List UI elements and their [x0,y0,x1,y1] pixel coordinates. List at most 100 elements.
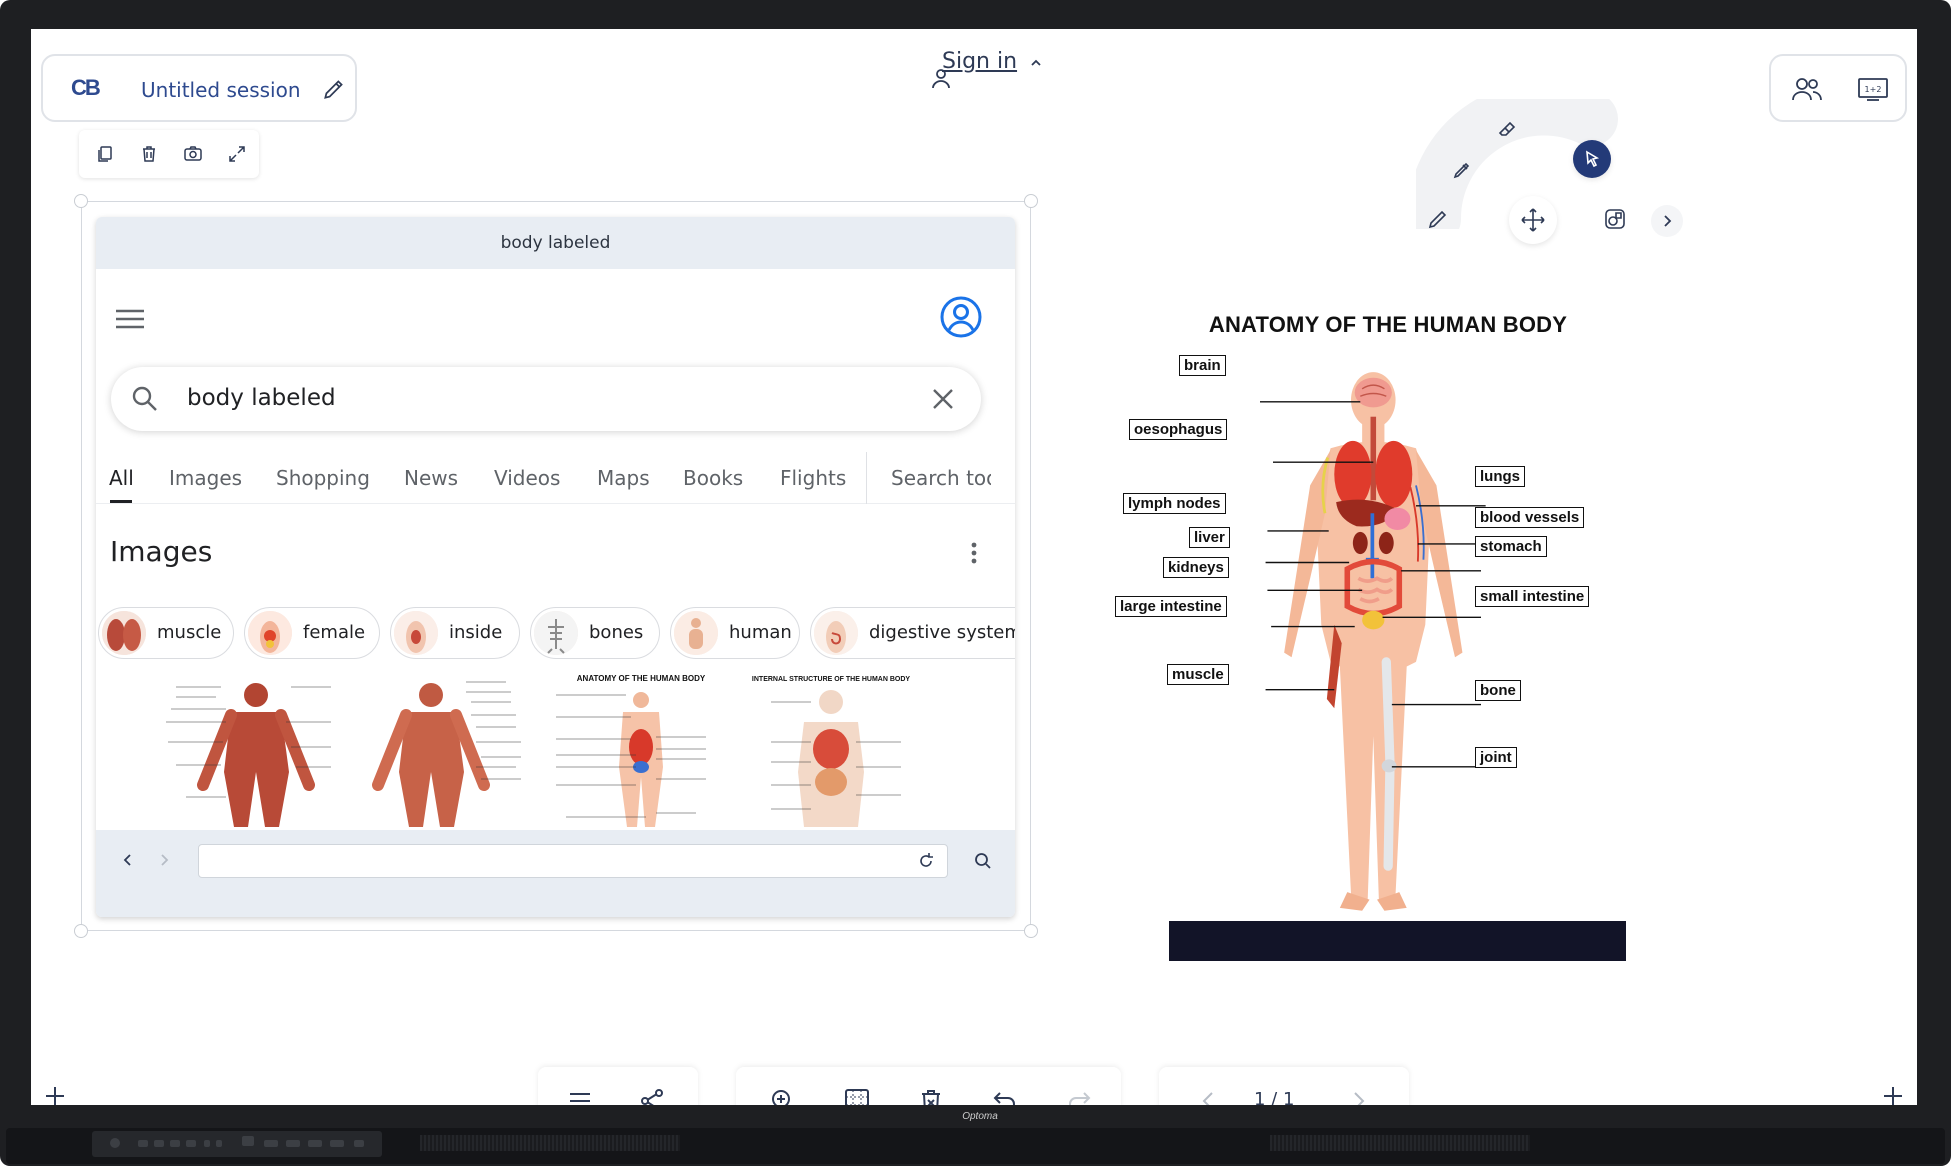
chip-label: bones [589,622,644,643]
tab-images[interactable]: Images [169,466,242,490]
label-muscle: muscle [1167,664,1229,685]
object-toolbar [79,130,259,178]
undo-icon[interactable] [991,1087,1019,1105]
tab-all[interactable]: All [109,466,134,490]
app-logo: CB [71,75,101,100]
resize-handle-br[interactable] [1024,924,1038,938]
camera-icon [184,146,202,161]
search-box[interactable]: body labeled [111,367,981,431]
browser-search-icon[interactable] [974,852,992,870]
chip-label: inside [449,622,503,643]
tab-flights[interactable]: Flights [780,466,846,490]
zoom-in-icon[interactable] [769,1087,797,1105]
eraser-tool[interactable] [1488,109,1528,149]
share-icon[interactable] [638,1087,666,1105]
participants-icon[interactable] [1791,76,1823,102]
chip-thumbnail [534,611,578,655]
tab-news[interactable]: News [404,466,458,490]
svg-text:1+2: 1+2 [1865,85,1882,94]
add-left-icon[interactable] [43,1084,67,1105]
trash-icon [143,146,155,162]
tab-all-underline [110,500,132,503]
browser-title-bar[interactable]: body labeled [96,217,1015,269]
chevron-up-icon[interactable] [1029,56,1043,70]
shapes-tool[interactable] [1595,199,1635,239]
account-icon[interactable] [939,295,983,339]
whiteboard-canvas[interactable]: CB Untitled session Sign in 1+2 body lab… [31,29,1917,1105]
anatomy-figure[interactable] [1091,304,1611,964]
resize-handle-tl[interactable] [74,194,88,208]
duplicate-button[interactable] [95,144,115,164]
label-brain: brain [1179,355,1226,376]
math-board-icon[interactable]: 1+2 [1857,76,1889,102]
bottom-toolbar-left [538,1067,698,1105]
tab-shopping[interactable]: Shopping [276,466,370,490]
highlighter-tool[interactable] [1442,150,1482,190]
chip-bones[interactable]: bones [530,607,660,659]
search-tabs: All Images Shopping News Videos Maps Boo… [96,452,1015,504]
menu-icon[interactable] [566,1087,594,1105]
move-tool[interactable] [1509,196,1557,244]
delete-object-button[interactable] [139,144,159,164]
chip-muscle[interactable]: muscle [98,607,234,659]
thumb-anatomy-title: ANATOMY OF THE HUMAN BODY [577,674,706,683]
resize-handle-bl[interactable] [74,924,88,938]
chip-thumbnail [394,611,438,655]
hamburger-menu-icon[interactable] [116,309,144,329]
clear-canvas-icon[interactable] [917,1087,945,1105]
result-anatomy-labeled: ANATOMY OF THE HUMAN BODY [556,674,706,827]
add-right-icon[interactable] [1881,1084,1905,1105]
chip-inside[interactable]: inside [390,607,520,659]
result-muscle-front [166,683,331,827]
url-input[interactable] [198,844,948,878]
label-stomach: stomach [1475,536,1547,557]
back-icon[interactable] [120,852,136,868]
expand-palette-button[interactable] [1651,205,1683,237]
pen-tool[interactable] [1418,199,1458,239]
poster-footer-bar [1169,921,1626,961]
image-results-strip[interactable]: ANATOMY OF THE HUMAN BODY INTERNAL STRUC… [96,667,1015,830]
clear-search-icon[interactable] [931,387,955,411]
label-lungs: lungs [1475,466,1525,487]
search-icon [132,386,157,411]
background-pattern-icon[interactable] [843,1087,871,1105]
browser-widget[interactable]: body labeled body labeled All Images Sho… [96,217,1015,917]
sign-in-link[interactable]: Sign in [942,49,1017,74]
top-right-panel: 1+2 [1769,54,1907,122]
resize-handle-tr[interactable] [1024,194,1038,208]
redo-icon[interactable] [1065,1087,1093,1105]
select-tool[interactable] [1573,140,1611,178]
page-navigator: 1 / 1 [1159,1067,1409,1105]
more-options-icon[interactable] [971,542,977,564]
rename-session-button[interactable] [321,76,347,102]
chip-thumbnail [102,611,146,655]
chip-digestive-system[interactable]: digestive system [810,607,1015,659]
chip-label: human [729,622,792,643]
tab-search-tools[interactable]: Search too [891,466,991,490]
previous-page-icon[interactable] [1195,1087,1223,1105]
snapshot-button[interactable] [183,144,203,164]
expand-icon [229,146,245,162]
result-muscle-back [372,681,521,827]
chip-thumbnail [248,611,292,655]
bottom-toolbar-center [736,1067,1121,1105]
next-page-icon[interactable] [1344,1087,1372,1105]
reload-icon[interactable] [917,852,935,870]
copy-icon [98,146,112,162]
image-results: ANATOMY OF THE HUMAN BODY INTERNAL STRUC… [96,667,1015,830]
label-kidneys: kidneys [1163,557,1229,578]
tab-maps[interactable]: Maps [597,466,650,490]
tab-books[interactable]: Books [683,466,743,490]
tab-videos[interactable]: Videos [494,466,560,490]
forward-icon[interactable] [156,852,172,868]
label-bone: bone [1475,680,1521,701]
fullscreen-button[interactable] [227,144,247,164]
chip-female[interactable]: female [244,607,380,659]
chip-human[interactable]: human [670,607,800,659]
label-blood-vessels: blood vessels [1475,507,1585,528]
search-input[interactable]: body labeled [187,385,336,411]
session-title[interactable]: Untitled session [141,78,301,102]
chip-thumbnail [674,611,718,655]
label-joint: joint [1475,747,1517,768]
chip-label: female [303,622,366,643]
